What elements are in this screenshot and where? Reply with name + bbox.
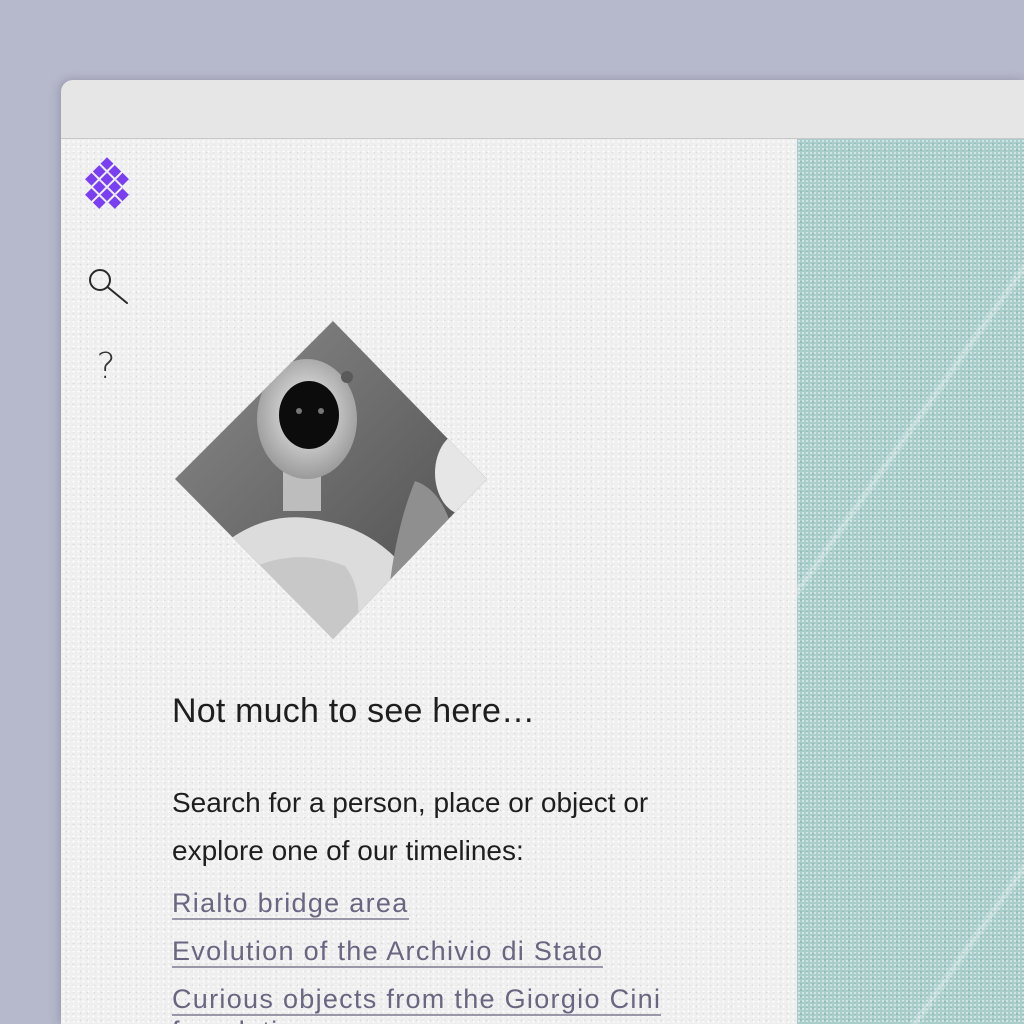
side-panel: ? Not much to see here… Search for a per… — [61, 139, 797, 1024]
window-titlebar — [61, 80, 1024, 139]
timeline-link-giorgio-cini[interactable]: Curious objects from the Giorgio Cini fo… — [172, 983, 732, 1024]
search-icon[interactable] — [87, 265, 131, 305]
timeline-link-rialto-bridge[interactable]: Rialto bridge area — [172, 887, 732, 920]
empty-state-heading: Not much to see here… — [172, 692, 536, 730]
app-window: ? Not much to see here… Search for a per… — [61, 80, 1024, 1024]
timeline-link-archivio-di-stato[interactable]: Evolution of the Archivio di Stato — [172, 935, 732, 968]
timeline-links: Rialto bridge area Evolution of the Arch… — [172, 887, 732, 1024]
diamond-grid-logo[interactable] — [75, 155, 139, 219]
hero-portrait-image — [175, 321, 487, 639]
empty-state-description: Search for a person, place or object or … — [172, 787, 649, 866]
help-icon[interactable]: ? — [91, 345, 121, 389]
map-canvas[interactable] — [797, 139, 1024, 1024]
